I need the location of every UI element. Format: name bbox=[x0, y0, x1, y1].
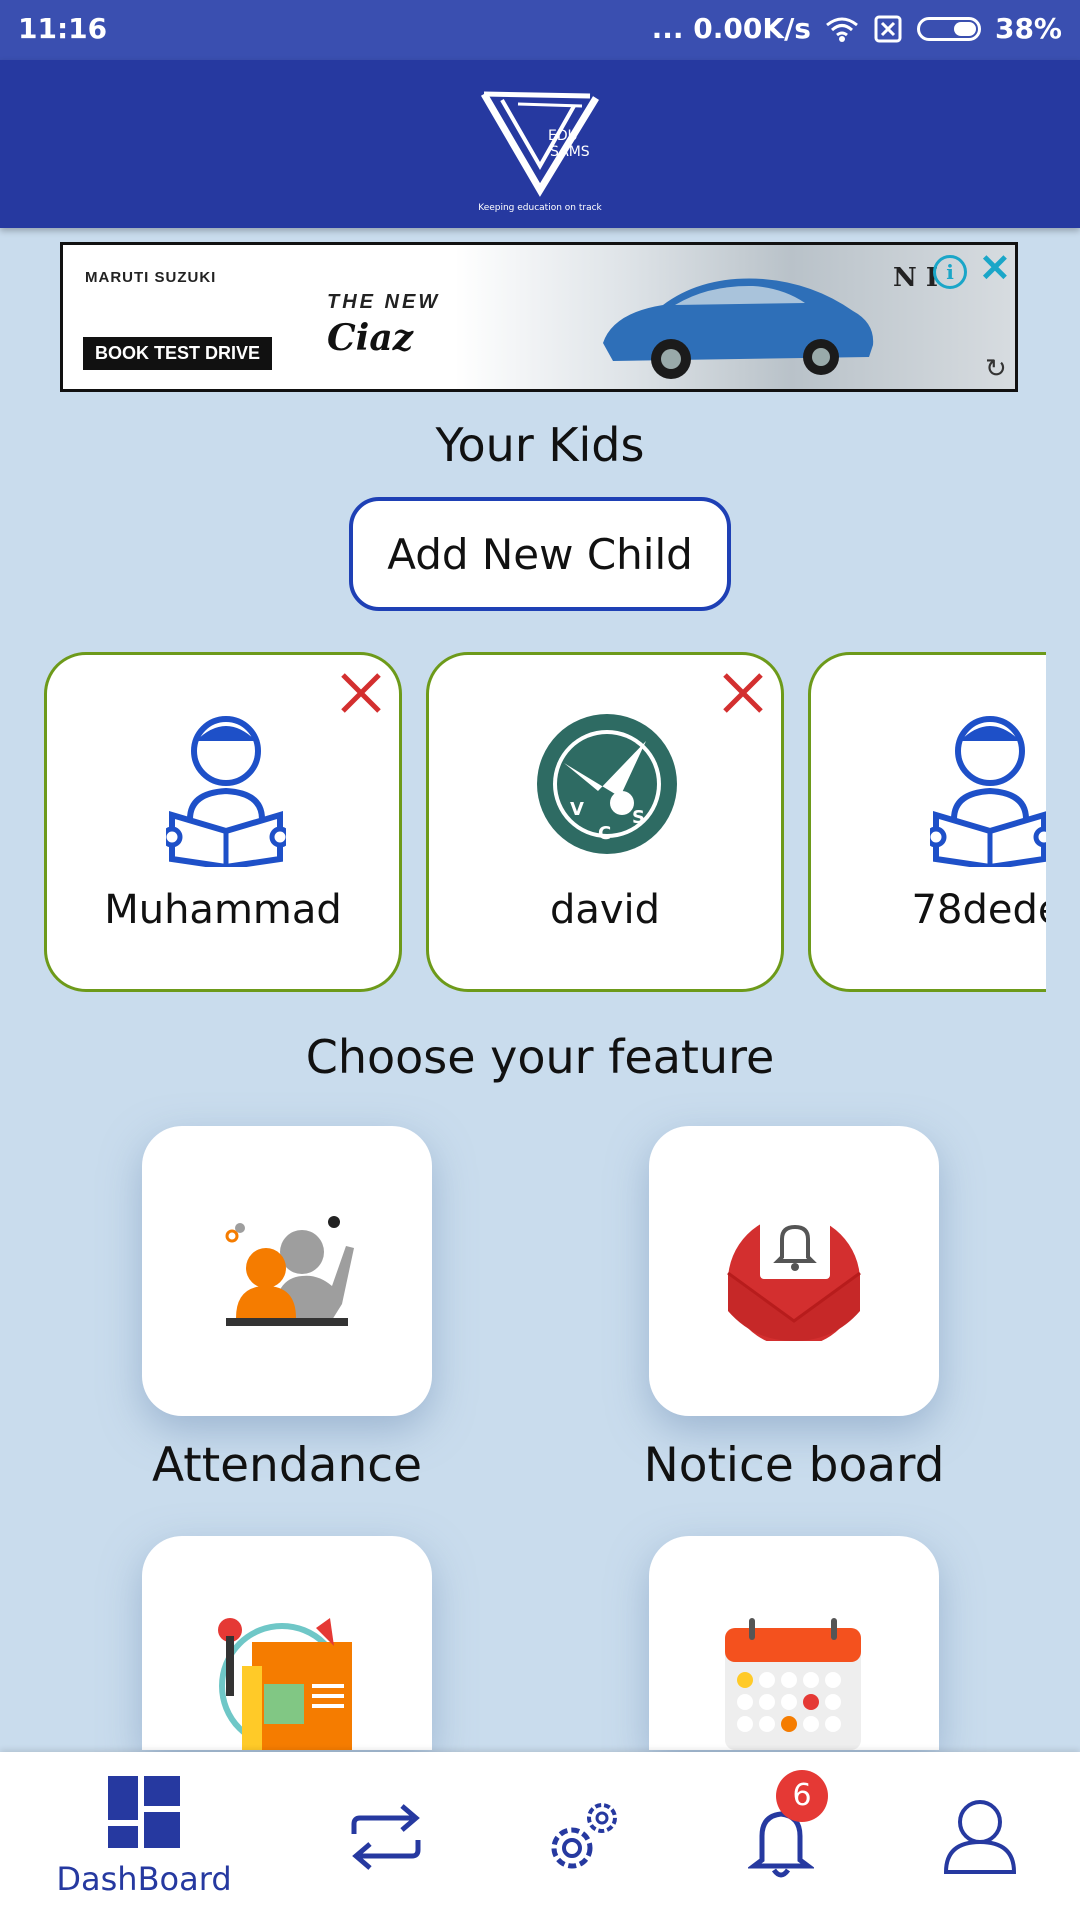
car-image bbox=[603, 278, 874, 379]
ad-corner-text: N I bbox=[893, 263, 938, 293]
network-speed: ... 0.00K/s bbox=[651, 12, 811, 45]
svg-text:V: V bbox=[570, 799, 584, 820]
nav-switch[interactable] bbox=[280, 1752, 496, 1920]
ad-replay-icon[interactable]: ↻ bbox=[985, 353, 1007, 384]
edusams-logo: EDU SAMS Keeping education on track bbox=[478, 91, 603, 213]
profile-icon bbox=[943, 1800, 1017, 1874]
notice-board-feature-button[interactable] bbox=[649, 1126, 939, 1416]
add-new-child-button[interactable]: Add New Child bbox=[349, 497, 731, 611]
logo-tagline: Keeping education on track bbox=[478, 203, 602, 213]
settings-icon bbox=[551, 1803, 617, 1869]
ad-close-icon[interactable]: ✕ bbox=[979, 249, 1011, 289]
notice-board-label: Notice board bbox=[643, 1438, 945, 1493]
nav-notifications[interactable] bbox=[672, 1752, 888, 1920]
student-reading-icon bbox=[166, 716, 286, 867]
calendar-icon bbox=[725, 1618, 861, 1750]
app-header: EDU SAMS Keeping education on track bbox=[0, 60, 1080, 228]
attendance-icon bbox=[225, 1216, 354, 1326]
child-name: 78dede bbox=[911, 887, 1046, 933]
vcs-logo-icon: V C S bbox=[537, 714, 677, 854]
nav-profile[interactable] bbox=[872, 1752, 1080, 1920]
news-feature-button[interactable] bbox=[142, 1536, 432, 1750]
ad-brand: MARUTI SUZUKI bbox=[85, 269, 217, 286]
child-card[interactable]: 78dede bbox=[808, 652, 1046, 992]
svg-text:S: S bbox=[632, 807, 645, 828]
status-bar: 11:16 ... 0.00K/s 38% bbox=[0, 0, 1080, 60]
kids-carousel[interactable]: Muhammad V C S david 78dede bbox=[44, 652, 1046, 994]
svg-text:C: C bbox=[598, 823, 611, 844]
notice-board-icon bbox=[727, 1207, 861, 1341]
nav-dashboard[interactable]: DashBoard bbox=[36, 1752, 252, 1920]
news-icon bbox=[218, 1618, 352, 1750]
wifi-icon bbox=[826, 17, 858, 42]
child-name: david bbox=[549, 887, 661, 933]
attendance-feature-button[interactable] bbox=[142, 1126, 432, 1416]
status-right: ... 0.00K/s 38% bbox=[652, 12, 1062, 45]
nav-settings[interactable] bbox=[476, 1752, 692, 1920]
ad-book-test-drive-button[interactable]: BOOK TEST DRIVE bbox=[83, 337, 273, 370]
switch-icon bbox=[351, 1804, 421, 1870]
student-reading-icon bbox=[930, 716, 1046, 867]
logo-text-bottom: SAMS bbox=[550, 144, 590, 160]
nav-dashboard-label: DashBoard bbox=[56, 1860, 232, 1898]
ad-headline: THE NEW bbox=[327, 291, 441, 313]
notification-badge: 6 bbox=[776, 1770, 828, 1822]
attendance-label: Attendance bbox=[151, 1438, 423, 1493]
ad-info-icon[interactable]: i bbox=[933, 255, 967, 289]
logo-text-top: EDU bbox=[548, 128, 578, 144]
no-sim-icon bbox=[874, 15, 902, 42]
calendar-feature-button[interactable] bbox=[649, 1536, 939, 1750]
dashboard-icon bbox=[108, 1776, 180, 1848]
bottom-navigation: DashBoard 6 bbox=[0, 1752, 1080, 1920]
ad-model: Ciaz bbox=[327, 317, 414, 359]
battery-level: 38% bbox=[994, 12, 1062, 45]
status-time: 11:16 bbox=[18, 12, 108, 45]
ad-banner[interactable]: MARUTI SUZUKI BOOK TEST DRIVE THE NEW Ci… bbox=[60, 242, 1018, 392]
child-name: Muhammad bbox=[104, 887, 342, 933]
remove-child-icon[interactable] bbox=[719, 669, 767, 717]
kids-section-title: Your Kids bbox=[435, 418, 645, 472]
features-section-title: Choose your feature bbox=[305, 1030, 775, 1084]
battery-icon bbox=[916, 16, 981, 41]
child-card[interactable]: Muhammad bbox=[44, 652, 402, 992]
child-card[interactable]: V C S david bbox=[426, 652, 784, 992]
remove-child-icon[interactable] bbox=[337, 669, 385, 717]
